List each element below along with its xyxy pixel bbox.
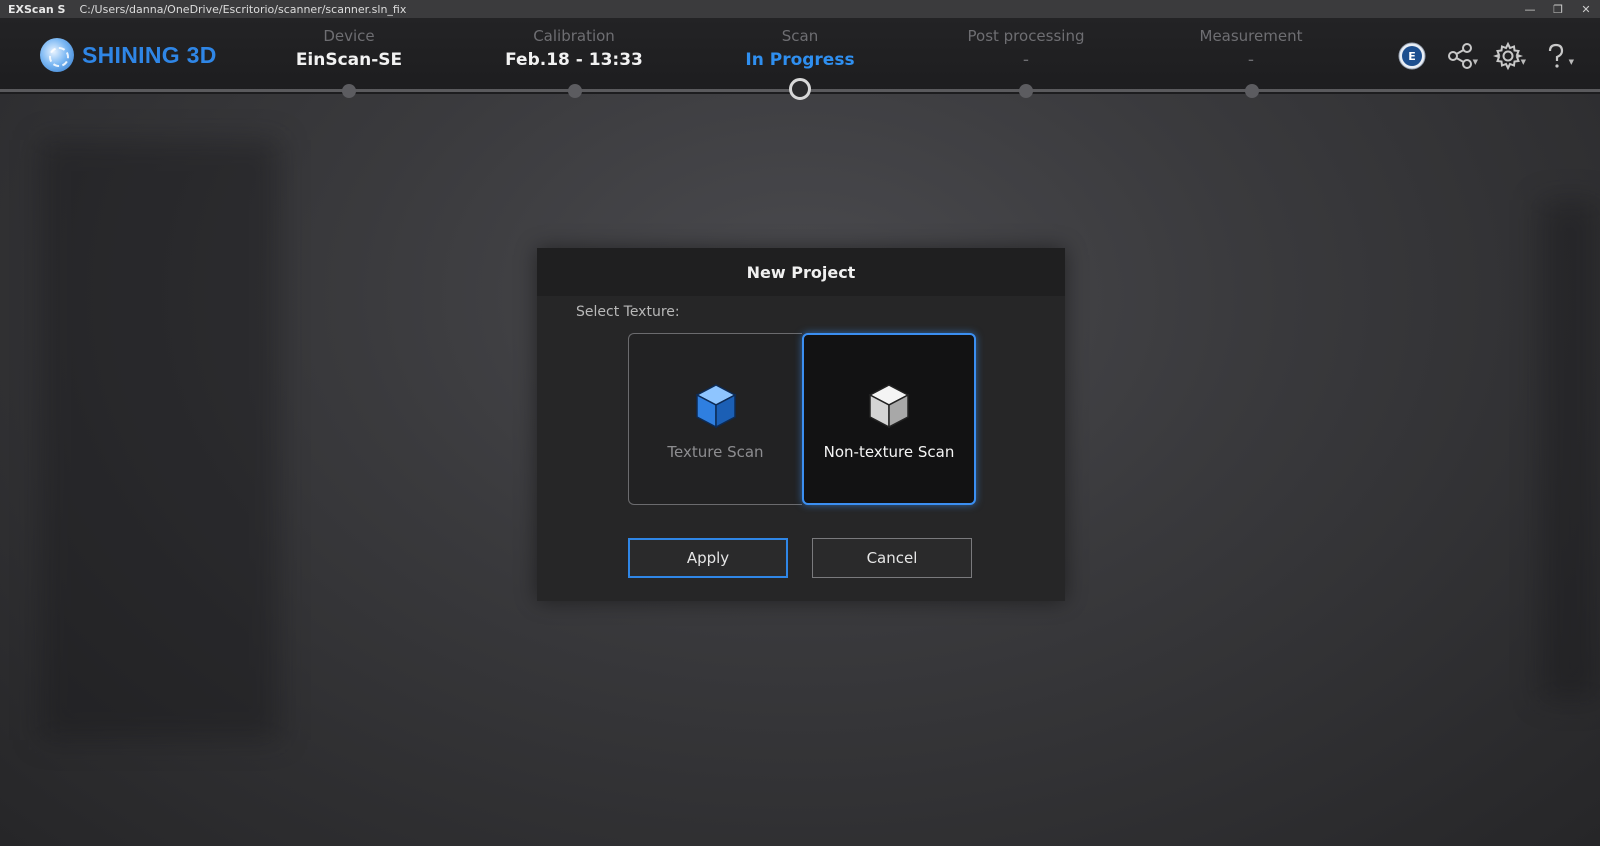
step-calibration[interactable]: Calibration Feb.18 - 13:33 [474, 26, 674, 71]
restore-icon[interactable]: ❐ [1544, 0, 1572, 18]
step-node-post-processing[interactable] [1019, 84, 1033, 98]
share-icon[interactable]: ▼ [1436, 38, 1484, 74]
step-value: EinScan-SE [295, 50, 403, 70]
step-label: Scan [781, 27, 819, 45]
dialog-title: New Project [537, 248, 1065, 296]
apply-button[interactable]: Apply [628, 538, 788, 578]
chevron-down-icon: ▼ [1472, 58, 1478, 66]
non-texture-scan-option[interactable]: Non-texture Scan [802, 333, 976, 505]
new-project-dialog: New Project Select Texture: Texture Scan… [537, 248, 1065, 601]
minimize-icon[interactable]: — [1516, 0, 1544, 18]
option-label: Texture Scan [667, 443, 764, 461]
select-texture-label: Select Texture: [576, 304, 680, 320]
texture-scan-option[interactable]: Texture Scan [628, 333, 802, 505]
option-label: Non-texture Scan [823, 443, 955, 461]
close-icon[interactable]: ✕ [1572, 0, 1600, 18]
einscan-badge-icon[interactable]: E [1388, 38, 1436, 74]
step-value: Feb.18 - 13:33 [505, 50, 643, 70]
window-titlebar: EXScan S C:/Users/danna/OneDrive/Escrito… [0, 0, 1600, 18]
step-label: Post processing [967, 27, 1085, 45]
settings-gear-icon[interactable]: ▼ [1484, 38, 1532, 74]
step-node-measurement[interactable] [1245, 84, 1259, 98]
background-shadow [40, 140, 280, 740]
step-post-processing[interactable]: Post processing - [926, 26, 1126, 71]
brand-name: SHINING 3D [82, 41, 217, 68]
chevron-down-icon: ▼ [1520, 58, 1526, 66]
step-value: - [1022, 50, 1030, 70]
texture-options: Texture Scan Non-texture Scan [628, 333, 976, 505]
step-label: Device [323, 27, 375, 45]
window-controls: — ❐ ✕ [1516, 0, 1600, 18]
step-node-calibration[interactable] [568, 84, 582, 98]
brand-logo: SHINING 3D [40, 38, 217, 72]
step-value: - [1247, 50, 1255, 70]
step-scan[interactable]: Scan In Progress [700, 26, 900, 71]
background-shadow [1540, 200, 1600, 700]
step-device[interactable]: Device EinScan-SE [249, 26, 449, 71]
cube-white-icon [868, 384, 910, 429]
step-value: In Progress [745, 50, 855, 70]
cancel-button[interactable]: Cancel [812, 538, 972, 578]
step-measurement[interactable]: Measurement - [1151, 26, 1351, 71]
step-node-scan[interactable] [789, 78, 811, 100]
chevron-down-icon: ▼ [1568, 58, 1574, 66]
cube-blue-icon [694, 384, 737, 429]
step-label: Calibration [533, 27, 615, 45]
step-label: Measurement [1199, 27, 1303, 45]
help-icon[interactable]: ▼ [1532, 38, 1580, 74]
svg-text:E: E [1408, 50, 1416, 63]
file-path: C:/Users/danna/OneDrive/Escritorio/scann… [79, 2, 407, 16]
header-toolbar: E ▼ ▼ ▼ [1388, 38, 1580, 74]
shining3d-logo-icon [40, 38, 74, 72]
step-node-device[interactable] [342, 84, 356, 98]
app-name: EXScan S [8, 2, 66, 16]
